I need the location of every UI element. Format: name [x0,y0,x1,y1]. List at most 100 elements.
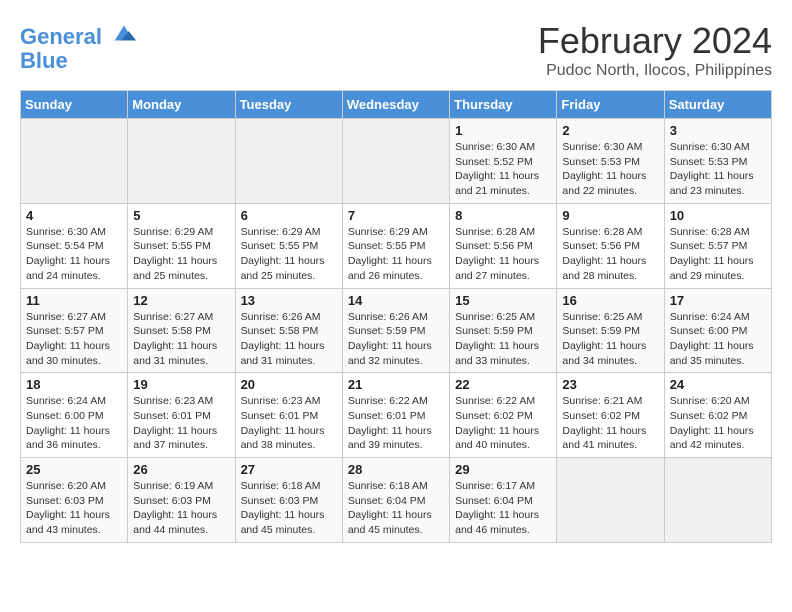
day-detail: Sunrise: 6:23 AM Sunset: 6:01 PM Dayligh… [133,394,229,453]
weekday-saturday: Saturday [664,91,771,119]
week-row-3: 11 Sunrise: 6:27 AM Sunset: 5:57 PM Dayli… [21,288,772,373]
calendar-cell: 1 Sunrise: 6:30 AM Sunset: 5:52 PM Daylig… [450,119,557,204]
calendar-cell: 14 Sunrise: 6:26 AM Sunset: 5:59 PM Dayli… [342,288,449,373]
day-number: 25 [26,462,122,477]
day-number: 12 [133,293,229,308]
calendar-cell: 25 Sunrise: 6:20 AM Sunset: 6:03 PM Dayli… [21,458,128,543]
day-number: 17 [670,293,766,308]
day-number: 21 [348,377,444,392]
day-detail: Sunrise: 6:23 AM Sunset: 6:01 PM Dayligh… [241,394,337,453]
day-detail: Sunrise: 6:27 AM Sunset: 5:57 PM Dayligh… [26,310,122,369]
day-detail: Sunrise: 6:24 AM Sunset: 6:00 PM Dayligh… [670,310,766,369]
day-number: 9 [562,208,658,223]
day-detail: Sunrise: 6:26 AM Sunset: 5:58 PM Dayligh… [241,310,337,369]
weekday-tuesday: Tuesday [235,91,342,119]
day-number: 16 [562,293,658,308]
calendar-body: 1 Sunrise: 6:30 AM Sunset: 5:52 PM Daylig… [21,119,772,543]
day-detail: Sunrise: 6:26 AM Sunset: 5:59 PM Dayligh… [348,310,444,369]
day-number: 4 [26,208,122,223]
week-row-1: 1 Sunrise: 6:30 AM Sunset: 5:52 PM Daylig… [21,119,772,204]
day-detail: Sunrise: 6:22 AM Sunset: 6:01 PM Dayligh… [348,394,444,453]
logo-line2: Blue [20,49,138,73]
day-detail: Sunrise: 6:20 AM Sunset: 6:02 PM Dayligh… [670,394,766,453]
calendar-cell [664,458,771,543]
day-number: 2 [562,123,658,138]
day-detail: Sunrise: 6:27 AM Sunset: 5:58 PM Dayligh… [133,310,229,369]
day-detail: Sunrise: 6:18 AM Sunset: 6:04 PM Dayligh… [348,479,444,538]
calendar-cell: 21 Sunrise: 6:22 AM Sunset: 6:01 PM Dayli… [342,373,449,458]
day-detail: Sunrise: 6:21 AM Sunset: 6:02 PM Dayligh… [562,394,658,453]
calendar-cell: 5 Sunrise: 6:29 AM Sunset: 5:55 PM Daylig… [128,203,235,288]
day-detail: Sunrise: 6:28 AM Sunset: 5:57 PM Dayligh… [670,225,766,284]
day-detail: Sunrise: 6:24 AM Sunset: 6:00 PM Dayligh… [26,394,122,453]
day-number: 24 [670,377,766,392]
calendar-cell: 18Sunrise: 6:24 AM Sunset: 6:00 PM Dayli… [21,373,128,458]
day-number: 26 [133,462,229,477]
weekday-friday: Friday [557,91,664,119]
day-number: 11 [26,293,122,308]
calendar-cell: 13Sunrise: 6:26 AM Sunset: 5:58 PM Dayli… [235,288,342,373]
day-number: 28 [348,462,444,477]
week-row-5: 25 Sunrise: 6:20 AM Sunset: 6:03 PM Dayli… [21,458,772,543]
calendar-cell [128,119,235,204]
day-number: 7 [348,208,444,223]
day-detail: Sunrise: 6:25 AM Sunset: 5:59 PM Dayligh… [562,310,658,369]
calendar-cell: 10 Sunrise: 6:28 AM Sunset: 5:57 PM Dayli… [664,203,771,288]
calendar-cell [557,458,664,543]
calendar-cell [21,119,128,204]
calendar-cell: 6 Sunrise: 6:29 AM Sunset: 5:55 PM Daylig… [235,203,342,288]
calendar-cell: 27Sunrise: 6:18 AM Sunset: 6:03 PM Dayli… [235,458,342,543]
day-number: 5 [133,208,229,223]
day-number: 27 [241,462,337,477]
day-number: 1 [455,123,551,138]
month-title: February 2024 [538,20,772,62]
day-number: 22 [455,377,551,392]
calendar-cell [235,119,342,204]
day-detail: Sunrise: 6:29 AM Sunset: 5:55 PM Dayligh… [348,225,444,284]
day-number: 10 [670,208,766,223]
day-number: 15 [455,293,551,308]
weekday-monday: Monday [128,91,235,119]
day-number: 6 [241,208,337,223]
weekday-wednesday: Wednesday [342,91,449,119]
calendar-cell: 24 Sunrise: 6:20 AM Sunset: 6:02 PM Dayli… [664,373,771,458]
calendar-cell: 3Sunrise: 6:30 AM Sunset: 5:53 PM Daylig… [664,119,771,204]
day-detail: Sunrise: 6:29 AM Sunset: 5:55 PM Dayligh… [241,225,337,284]
day-number: 29 [455,462,551,477]
calendar-cell: 15 Sunrise: 6:25 AM Sunset: 5:59 PM Dayli… [450,288,557,373]
weekday-header-row: SundayMondayTuesdayWednesdayThursdayFrid… [21,91,772,119]
day-detail: Sunrise: 6:30 AM Sunset: 5:52 PM Dayligh… [455,140,551,199]
day-detail: Sunrise: 6:20 AM Sunset: 6:03 PM Dayligh… [26,479,122,538]
calendar-table: SundayMondayTuesdayWednesdayThursdayFrid… [20,90,772,543]
calendar-cell: 29 Sunrise: 6:17 AM Sunset: 6:04 PM Dayli… [450,458,557,543]
day-detail: Sunrise: 6:25 AM Sunset: 5:59 PM Dayligh… [455,310,551,369]
week-row-2: 4Sunrise: 6:30 AM Sunset: 5:54 PM Daylig… [21,203,772,288]
day-number: 23 [562,377,658,392]
calendar-cell: 16 Sunrise: 6:25 AM Sunset: 5:59 PM Dayli… [557,288,664,373]
day-detail: Sunrise: 6:29 AM Sunset: 5:55 PM Dayligh… [133,225,229,284]
weekday-sunday: Sunday [21,91,128,119]
calendar-cell: 12 Sunrise: 6:27 AM Sunset: 5:58 PM Dayli… [128,288,235,373]
day-number: 14 [348,293,444,308]
day-number: 3 [670,123,766,138]
calendar-cell: 9 Sunrise: 6:28 AM Sunset: 5:56 PM Daylig… [557,203,664,288]
calendar-cell: 11 Sunrise: 6:27 AM Sunset: 5:57 PM Dayli… [21,288,128,373]
calendar-cell: 20Sunrise: 6:23 AM Sunset: 6:01 PM Dayli… [235,373,342,458]
logo: General Blue [20,25,138,73]
day-number: 19 [133,377,229,392]
calendar-cell: 19 Sunrise: 6:23 AM Sunset: 6:01 PM Dayli… [128,373,235,458]
calendar-cell: 26Sunrise: 6:19 AM Sunset: 6:03 PM Dayli… [128,458,235,543]
day-number: 8 [455,208,551,223]
calendar-cell [342,119,449,204]
calendar-cell: 4Sunrise: 6:30 AM Sunset: 5:54 PM Daylig… [21,203,128,288]
calendar-cell: 17 Sunrise: 6:24 AM Sunset: 6:00 PM Dayli… [664,288,771,373]
calendar-cell: 8Sunrise: 6:28 AM Sunset: 5:56 PM Daylig… [450,203,557,288]
week-row-4: 18Sunrise: 6:24 AM Sunset: 6:00 PM Dayli… [21,373,772,458]
day-detail: Sunrise: 6:17 AM Sunset: 6:04 PM Dayligh… [455,479,551,538]
day-detail: Sunrise: 6:22 AM Sunset: 6:02 PM Dayligh… [455,394,551,453]
location-title: Pudoc North, Ilocos, Philippines [538,62,772,80]
calendar-cell: 22 Sunrise: 6:22 AM Sunset: 6:02 PM Dayli… [450,373,557,458]
day-detail: Sunrise: 6:28 AM Sunset: 5:56 PM Dayligh… [562,225,658,284]
day-detail: Sunrise: 6:30 AM Sunset: 5:53 PM Dayligh… [562,140,658,199]
page-header: General Blue February 2024 Pudoc North, … [20,20,772,80]
